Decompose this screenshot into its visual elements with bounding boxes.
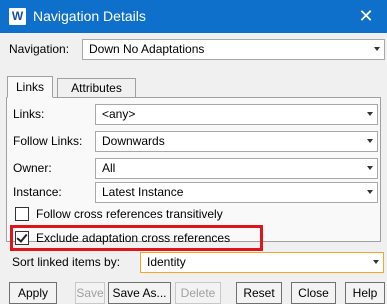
chevron-down-icon bbox=[367, 139, 373, 143]
follow-transitively-checkbox[interactable] bbox=[15, 207, 29, 221]
sort-label: Sort linked items by: bbox=[12, 255, 121, 269]
chevron-down-icon bbox=[374, 47, 380, 51]
save-as-button[interactable]: Save As... bbox=[108, 282, 171, 304]
owner-value: All bbox=[102, 161, 116, 175]
links-label: Links: bbox=[13, 107, 45, 121]
links-dropdown[interactable]: <any> bbox=[95, 104, 378, 125]
close-window-icon[interactable]: ✕ bbox=[353, 4, 379, 28]
app-w-icon: W bbox=[9, 8, 26, 25]
close-button[interactable]: Close bbox=[291, 282, 336, 304]
chevron-down-icon bbox=[373, 260, 379, 264]
chevron-down-icon bbox=[367, 190, 373, 194]
owner-dropdown[interactable]: All bbox=[95, 158, 378, 179]
tab-attributes[interactable]: Attributes bbox=[57, 78, 136, 98]
instance-value: Latest Instance bbox=[102, 185, 184, 199]
tab-links[interactable]: Links bbox=[7, 76, 53, 98]
navigation-dropdown[interactable]: Down No Adaptations bbox=[82, 39, 385, 60]
save-button[interactable]: Save bbox=[75, 282, 105, 304]
follow-transitively-label: Follow cross references transitively bbox=[36, 207, 223, 221]
navigation-label: Navigation: bbox=[9, 42, 70, 56]
follow-links-label: Follow Links: bbox=[13, 134, 83, 148]
follow-links-dropdown[interactable]: Downwards bbox=[95, 131, 378, 152]
sort-dropdown[interactable]: Identity bbox=[140, 252, 384, 273]
chevron-down-icon bbox=[367, 166, 373, 170]
instance-label: Instance: bbox=[13, 185, 62, 199]
window-title: Navigation Details bbox=[33, 8, 146, 24]
owner-label: Owner: bbox=[13, 161, 52, 175]
instance-dropdown[interactable]: Latest Instance bbox=[95, 182, 378, 203]
tab-attributes-label: Attributes bbox=[71, 81, 122, 95]
tab-links-label: Links bbox=[15, 80, 44, 94]
delete-button[interactable]: Delete bbox=[175, 282, 221, 304]
checkmark-icon bbox=[16, 231, 28, 243]
exclude-adaptation-checkbox[interactable] bbox=[15, 231, 29, 245]
sort-value: Identity bbox=[147, 255, 186, 269]
chevron-down-icon bbox=[367, 112, 373, 116]
apply-button[interactable]: Apply bbox=[9, 282, 57, 304]
help-button[interactable]: Help bbox=[345, 282, 385, 304]
links-value: <any> bbox=[102, 107, 136, 121]
title-bar: W Navigation Details ✕ bbox=[0, 0, 387, 33]
follow-links-value: Downwards bbox=[102, 134, 165, 148]
navigation-value: Down No Adaptations bbox=[89, 42, 205, 56]
exclude-adaptation-label: Exclude adaptation cross references bbox=[36, 231, 231, 245]
reset-button[interactable]: Reset bbox=[236, 282, 282, 304]
